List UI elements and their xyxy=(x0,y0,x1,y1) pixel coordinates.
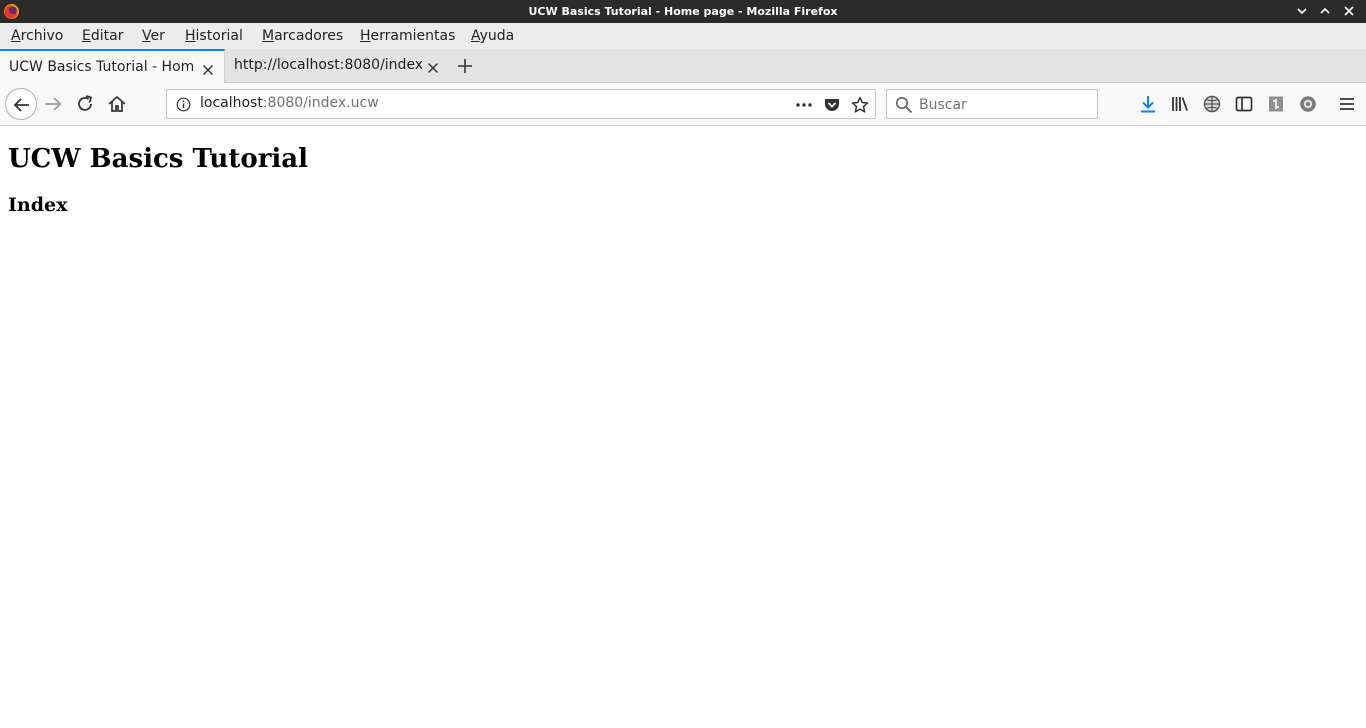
extension-reader-icon[interactable] xyxy=(1266,94,1286,114)
home-icon xyxy=(108,95,126,112)
url-host: localhost xyxy=(200,95,263,111)
search-input[interactable] xyxy=(919,95,1089,115)
url-path: :8080/index.ucw xyxy=(262,95,379,111)
minimize-button[interactable] xyxy=(1295,4,1309,18)
tab-bar: UCW Basics Tutorial - Home page http://l… xyxy=(0,49,1366,84)
page-heading: UCW Basics Tutorial xyxy=(8,144,308,174)
close-tab-icon[interactable] xyxy=(427,59,439,74)
site-info-icon[interactable] xyxy=(176,97,191,112)
menu-editar[interactable]: Editar xyxy=(82,23,123,49)
extension-settings-icon[interactable] xyxy=(1298,94,1318,114)
url-bar[interactable]: localhost:8080/index.ucw xyxy=(166,89,876,119)
sidebar-toggle-icon[interactable] xyxy=(1234,94,1254,114)
downloads-icon[interactable] xyxy=(1138,94,1158,114)
maximize-button[interactable] xyxy=(1318,4,1332,18)
close-tab-icon[interactable] xyxy=(202,61,214,76)
bookmark-star-icon[interactable] xyxy=(851,96,869,114)
search-icon xyxy=(895,96,913,114)
menu-historial[interactable]: Historial xyxy=(185,23,243,49)
menu-ver[interactable]: Ver xyxy=(142,23,165,49)
page-subheading: Index xyxy=(8,194,68,216)
forward-arrow-icon xyxy=(45,97,62,111)
url-text: localhost:8080/index.ucw xyxy=(200,95,379,111)
hamburger-menu-icon[interactable] xyxy=(1337,94,1357,114)
back-arrow-icon xyxy=(13,98,29,112)
page-actions-icon[interactable] xyxy=(795,96,813,114)
tab-home-page[interactable]: UCW Basics Tutorial - Home page xyxy=(0,49,225,84)
tab-label: http://localhost:8080/index.ucw xyxy=(234,57,422,73)
menu-marcadores[interactable]: Marcadores xyxy=(262,23,343,49)
reload-button[interactable] xyxy=(74,93,96,115)
extension-globe-icon[interactable] xyxy=(1202,94,1222,114)
window-title: UCW Basics Tutorial - Home page - Mozill… xyxy=(528,5,838,18)
tab-label: UCW Basics Tutorial - Home page xyxy=(9,59,193,75)
library-icon[interactable] xyxy=(1170,94,1190,114)
tab-index-ucw[interactable]: http://localhost:8080/index.ucw xyxy=(226,49,448,83)
reload-icon xyxy=(78,95,93,111)
window-titlebar: UCW Basics Tutorial - Home page - Mozill… xyxy=(0,0,1366,23)
pocket-icon[interactable] xyxy=(823,96,841,114)
forward-button[interactable] xyxy=(42,93,64,115)
menu-archivo[interactable]: Archivo xyxy=(11,23,63,49)
navigation-toolbar: localhost:8080/index.ucw xyxy=(0,83,1366,126)
menu-bar: Archivo Editar Ver Historial Marcadores … xyxy=(0,23,1366,49)
page-content: UCW Basics Tutorial Index xyxy=(0,126,1366,728)
search-bar[interactable] xyxy=(886,89,1098,119)
new-tab-icon[interactable] xyxy=(456,57,474,75)
close-window-button[interactable] xyxy=(1342,4,1356,18)
menu-ayuda[interactable]: Ayuda xyxy=(471,23,514,49)
menu-herramientas[interactable]: Herramientas xyxy=(360,23,455,49)
back-button[interactable] xyxy=(5,88,37,120)
home-button[interactable] xyxy=(106,93,128,115)
